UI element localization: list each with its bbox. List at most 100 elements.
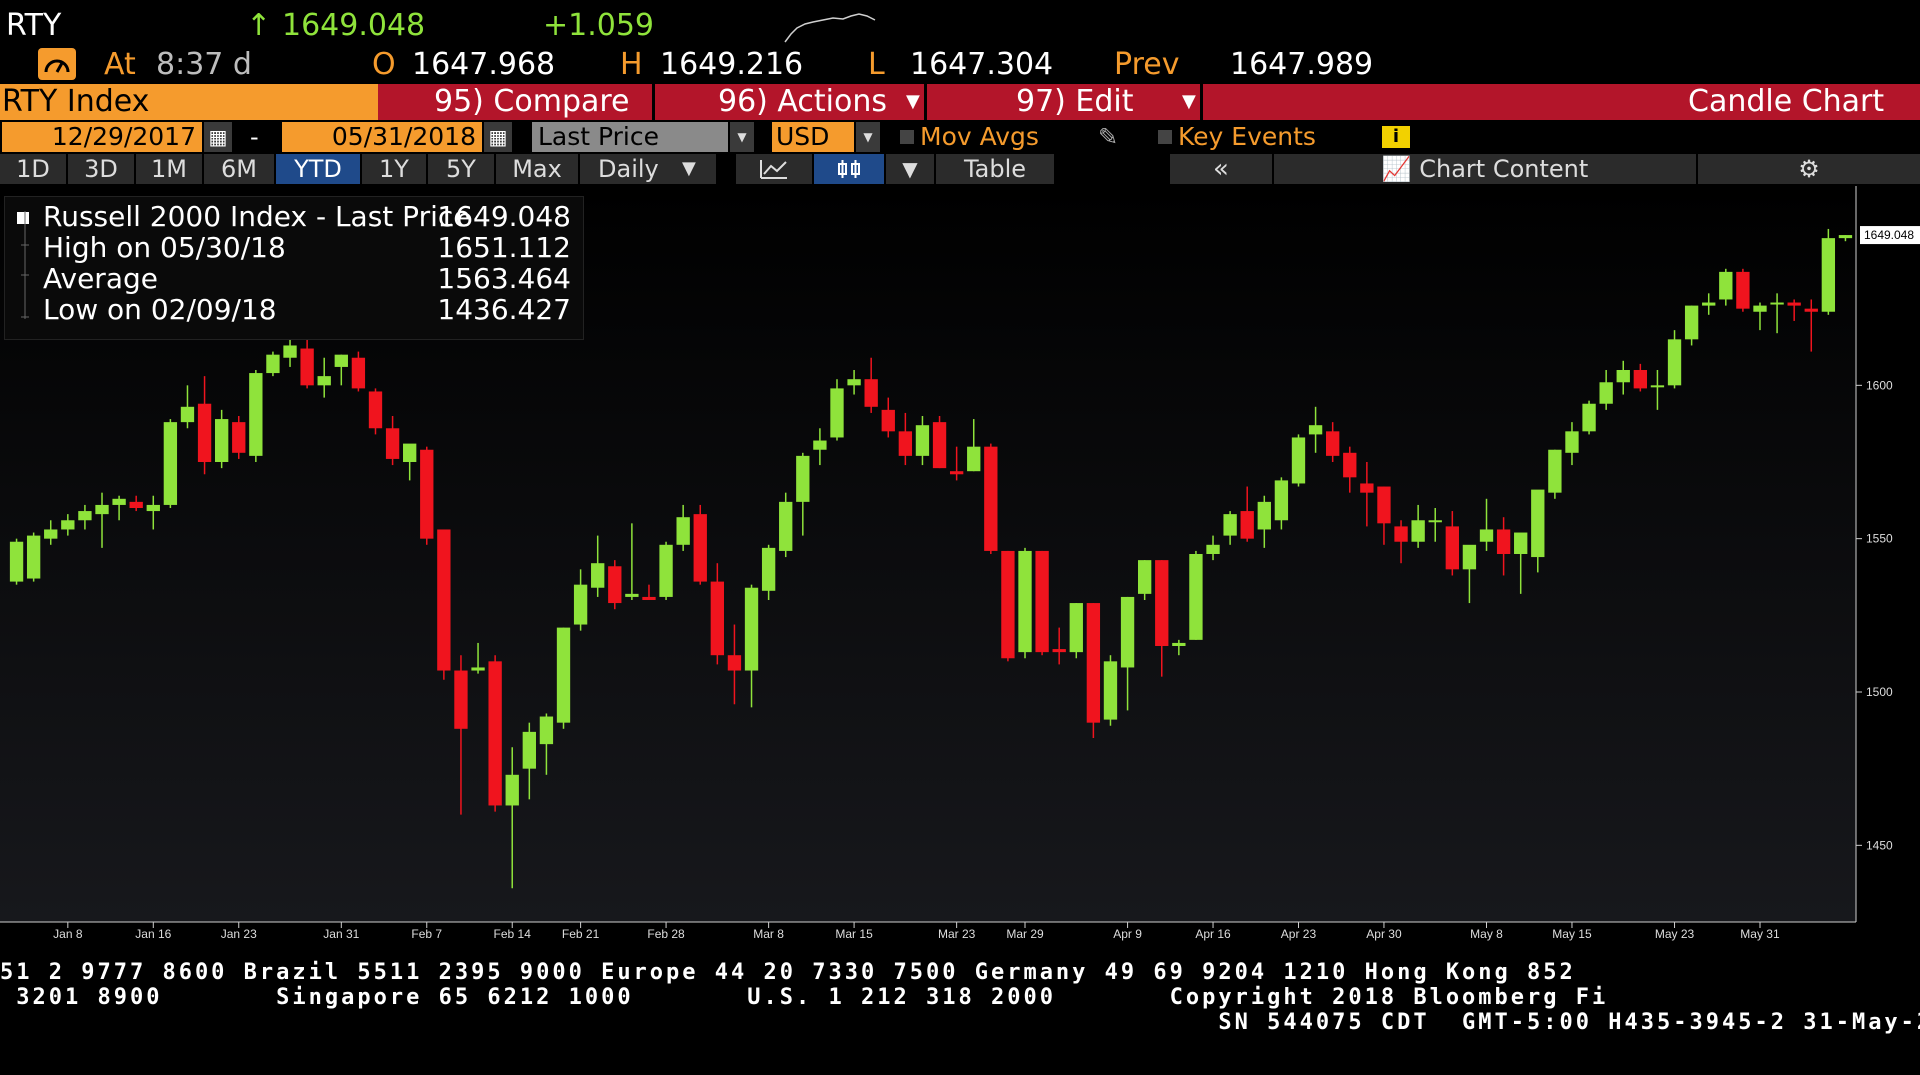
x-tick-label: Jan 31: [323, 927, 359, 941]
x-tick-label: Feb 28: [647, 927, 685, 941]
y-tick-label: 1550: [1866, 532, 1893, 546]
candle-body: [830, 388, 844, 438]
candle-body: [1086, 603, 1101, 723]
period-select[interactable]: Daily ▼: [580, 154, 716, 184]
mov-avgs-checkbox[interactable]: [900, 130, 914, 144]
legend-bracket-icon: [21, 211, 29, 319]
candle-body: [898, 431, 913, 456]
candle-body: [471, 667, 485, 671]
key-events-checkbox[interactable]: [1158, 130, 1172, 144]
start-date-field[interactable]: 12/29/2017: [2, 122, 202, 152]
period-label: Daily: [598, 155, 659, 183]
candle: [1001, 550, 1015, 662]
table-button[interactable]: Table: [936, 154, 1054, 184]
legend-average-value: 1563.464: [437, 262, 571, 295]
gauge-icon[interactable]: [38, 48, 76, 80]
calendar-icon[interactable]: ▦: [204, 122, 232, 152]
candle-body: [1667, 339, 1682, 386]
tab-6m[interactable]: 6M: [204, 154, 274, 184]
candle-body: [488, 661, 502, 806]
edit-menu[interactable]: 97) Edit: [1016, 84, 1134, 120]
calendar-icon[interactable]: ▦: [484, 122, 512, 152]
candle-body: [693, 514, 707, 582]
legend-low-label: Low on 02/09/18: [43, 293, 277, 326]
candle: [163, 419, 178, 508]
field-select[interactable]: Last Price: [532, 122, 728, 152]
candle: [1103, 655, 1118, 726]
candle-body: [1137, 560, 1152, 594]
candle-body: [1496, 529, 1511, 554]
candle-body: [710, 581, 725, 656]
chart-content-button[interactable]: 📈 Chart Content: [1274, 154, 1696, 184]
actions-dropdown-icon[interactable]: ▼: [906, 84, 920, 120]
legend-series-label: Russell 2000 Index - Last Price: [43, 200, 471, 233]
candle: [1086, 603, 1101, 738]
candle-body: [78, 511, 92, 521]
info-icon[interactable]: i: [1382, 126, 1410, 148]
candle-body: [727, 655, 742, 671]
chart-type-label: Candle Chart: [1688, 84, 1885, 119]
chart-content-label: Chart Content: [1419, 155, 1589, 183]
tab-1y[interactable]: 1Y: [362, 154, 426, 184]
at-label: At: [104, 47, 136, 82]
x-tick-label: Jan 16: [135, 927, 171, 941]
tab-1m[interactable]: 1M: [136, 154, 202, 184]
date-range-bar: 12/29/2017 ▦ - 05/31/2018 ▦ Last Price ▼…: [0, 122, 1920, 154]
actions-menu[interactable]: 96) Actions: [718, 84, 887, 120]
collapse-icon[interactable]: «: [1170, 154, 1272, 184]
pencil-icon[interactable]: ✎: [1098, 122, 1118, 152]
candle-body: [1445, 526, 1459, 570]
compare-menu[interactable]: 95) Compare: [434, 84, 630, 120]
settings-gear-icon[interactable]: ⚙: [1698, 154, 1920, 184]
security-title[interactable]: RTY Index: [0, 84, 378, 120]
y-tick-label: 1450: [1866, 838, 1893, 852]
period-dropdown-icon[interactable]: ▼: [682, 154, 696, 184]
currency-dropdown-icon[interactable]: ▼: [856, 122, 880, 152]
sparkline: [784, 13, 876, 43]
candle-body: [1462, 544, 1477, 570]
mov-avgs-label[interactable]: Mov Avgs: [920, 122, 1039, 152]
candle-body: [232, 422, 246, 453]
candle-body: [112, 498, 126, 505]
end-date-field[interactable]: 05/31/2018: [282, 122, 482, 152]
edit-dropdown-icon[interactable]: ▼: [1182, 84, 1196, 120]
tab-max[interactable]: Max: [496, 154, 578, 184]
candle-body: [1001, 550, 1015, 659]
candle-chart-icon[interactable]: [814, 154, 884, 184]
candle-body: [1360, 483, 1374, 493]
candle-body: [1514, 532, 1528, 554]
candle-body: [1633, 370, 1648, 389]
legend-high-label: High on 05/30/18: [43, 231, 286, 264]
legend-average-label: Average: [43, 262, 158, 295]
candle-body: [1172, 642, 1186, 646]
candle: [556, 627, 571, 729]
field-dropdown-icon[interactable]: ▼: [730, 122, 754, 152]
x-tick-label: Feb 7: [411, 927, 442, 941]
tab-3d[interactable]: 3D: [68, 154, 134, 184]
candle-body: [1291, 437, 1306, 484]
candle-body: [1069, 603, 1083, 653]
candle-body: [403, 443, 417, 462]
symbol: RTY: [6, 8, 62, 43]
candle: [232, 416, 246, 459]
candle-body: [1787, 302, 1801, 306]
candle-body: [351, 357, 366, 389]
tab-1d[interactable]: 1D: [0, 154, 66, 184]
chart-type-dropdown-icon[interactable]: ▼: [886, 154, 934, 184]
menu-divider: [1200, 84, 1203, 120]
candle: [830, 379, 844, 441]
key-events-label[interactable]: Key Events: [1178, 122, 1316, 152]
candle-body: [1582, 403, 1596, 432]
prev-value: 1647.989: [1230, 47, 1374, 82]
x-tick-label: Mar 15: [835, 927, 873, 941]
candle-body: [420, 449, 434, 539]
candle-body: [1018, 550, 1032, 653]
candle-body: [1240, 511, 1254, 539]
x-tick-label: Apr 30: [1366, 927, 1402, 941]
x-tick-label: Mar 23: [938, 927, 976, 941]
tab-ytd[interactable]: YTD: [276, 154, 360, 184]
line-chart-icon[interactable]: [736, 154, 812, 184]
tab-5y[interactable]: 5Y: [428, 154, 494, 184]
currency-field[interactable]: USD: [772, 122, 854, 152]
candle-body: [522, 731, 536, 769]
